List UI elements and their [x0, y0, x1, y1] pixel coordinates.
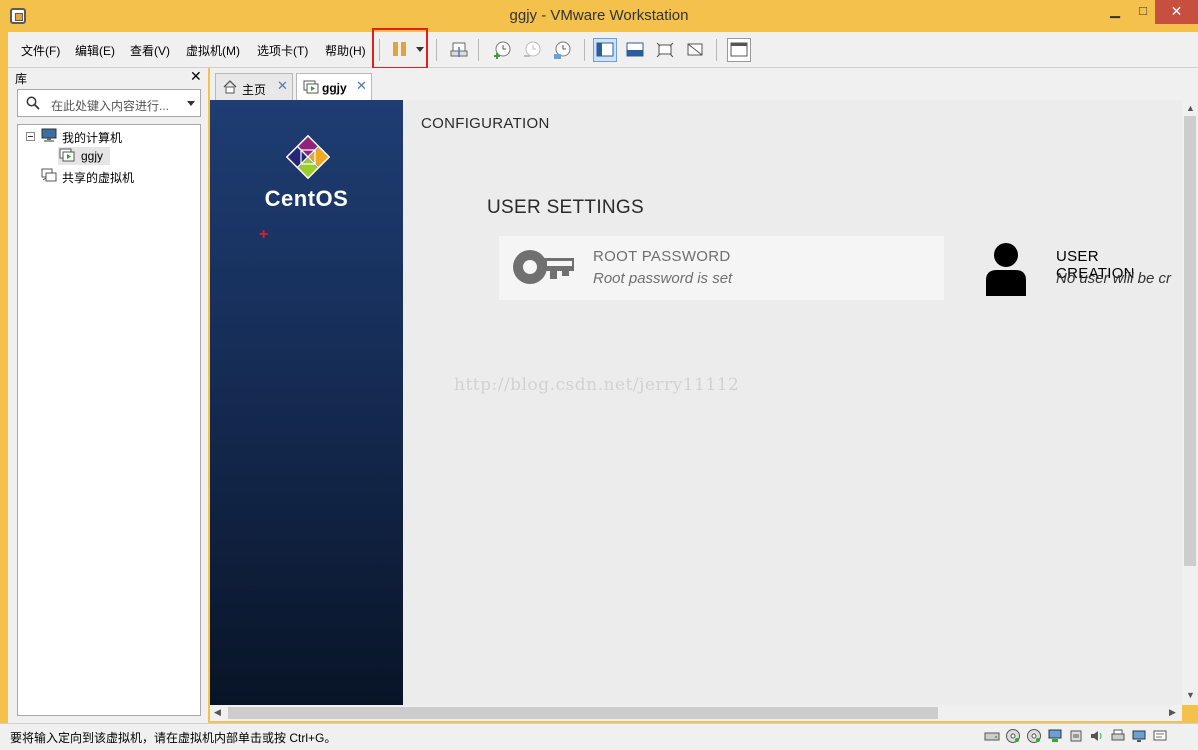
tree-item-shared-vms[interactable]: 共享的虚拟机 [18, 167, 200, 185]
console-view-icon[interactable] [727, 38, 751, 62]
user-icon [986, 243, 1026, 296]
usb-icon[interactable] [1068, 728, 1084, 744]
maximize-button[interactable]: □ [1128, 0, 1158, 24]
display-icon[interactable] [1131, 728, 1147, 744]
tab-close-icon[interactable]: ✕ [277, 78, 288, 94]
pause-icon[interactable] [393, 42, 407, 56]
menu-toolbar: 文件(F) 编辑(E) 查看(V) 虚拟机(M) 选项卡(T) 帮助(H) [8, 28, 1198, 69]
search-placeholder: 在此处键入内容进行... [51, 99, 170, 113]
close-button[interactable]: ✕ [1155, 0, 1198, 24]
thumbnail-bar-icon[interactable] [625, 40, 645, 60]
snapshot-manager-icon[interactable] [552, 40, 572, 60]
library-title: 库 [15, 72, 28, 86]
library-search-input[interactable]: 在此处键入内容进行... [17, 89, 201, 117]
centos-logo-icon [286, 135, 330, 179]
printer-icon[interactable] [1110, 728, 1126, 744]
red-marker: + [259, 226, 269, 243]
full-screen-icon[interactable] [655, 40, 675, 60]
tree-item-label: 共享的虚拟机 [62, 171, 135, 185]
take-snapshot-icon[interactable] [492, 40, 512, 60]
library-close-button[interactable]: ✕ [190, 68, 202, 85]
menu-view[interactable]: 查看(V) [130, 42, 170, 59]
hard-disk-icon[interactable] [984, 728, 1000, 744]
vm-icon [59, 148, 75, 162]
watermark: http://blog.csdn.net/jerry11112 [454, 375, 740, 395]
title-bar: ggjy - VMware Workstation ▁ □ ✕ [0, 0, 1198, 32]
library-panel: 库 ✕ 在此处键入内容进行... 我的计算机 ggjy 共享的虚拟机 [8, 68, 208, 723]
menu-help[interactable]: 帮助(H) [325, 42, 366, 59]
root-password-status: Root password is set [593, 270, 733, 287]
user-settings-heading: USER SETTINGS [487, 197, 644, 218]
tab-close-icon[interactable]: ✕ [356, 78, 367, 94]
scrollbar-thumb[interactable] [1184, 116, 1196, 566]
configuration-heading: CONFIGURATION [421, 115, 550, 132]
search-icon [26, 96, 40, 110]
root-password-title: ROOT PASSWORD [593, 248, 731, 265]
toolbar-separator [478, 39, 479, 61]
scroll-up-icon[interactable]: ▲ [1186, 103, 1195, 113]
toolbar-separator [436, 39, 437, 61]
window-title: ggjy - VMware Workstation [509, 7, 689, 24]
tree-item-label: 我的计算机 [62, 131, 123, 145]
unity-icon[interactable] [685, 40, 705, 60]
chevron-down-icon[interactable] [187, 101, 195, 106]
tree-item-ggjy[interactable]: ggjy [58, 147, 110, 165]
horizontal-scrollbar[interactable]: ◀ ▶ [210, 705, 1182, 721]
cd-dvd-icon[interactable] [1005, 728, 1021, 744]
network-icon[interactable] [1047, 728, 1063, 744]
show-library-icon[interactable] [593, 38, 617, 62]
power-dropdown-icon[interactable] [416, 47, 424, 52]
tab-label: 主页 [242, 83, 267, 97]
sound-icon[interactable] [1089, 728, 1105, 744]
user-creation-status: No user will be cr [1056, 270, 1172, 287]
collapse-icon[interactable] [26, 132, 35, 141]
home-icon [223, 80, 237, 94]
key-icon [513, 250, 574, 284]
menu-vm[interactable]: 虚拟机(M) [186, 42, 240, 59]
scroll-down-icon[interactable]: ▼ [1186, 690, 1195, 700]
revert-snapshot-icon[interactable] [522, 40, 542, 60]
tab-label: ggjy [322, 81, 347, 95]
tab-bar: 主页 ✕ ggjy ✕ [210, 68, 1198, 101]
menu-file[interactable]: 文件(F) [21, 42, 60, 59]
scrollbar-thumb[interactable] [228, 707, 938, 719]
centos-brand: CentOS [264, 186, 349, 211]
tree-item-label: ggjy [81, 149, 104, 163]
minimize-button[interactable]: ▁ [1100, 0, 1130, 24]
library-tree: 我的计算机 ggjy 共享的虚拟机 [17, 124, 201, 716]
toolbar-separator [716, 39, 717, 61]
computer-icon [41, 128, 57, 142]
vm-console[interactable]: CentOS + CONFIGURATION USER SETTINGS ROO… [210, 100, 1182, 705]
library-header: 库 ✕ [8, 68, 208, 86]
status-text: 要将输入定向到该虚拟机，请在虚拟机内部单击或按 Ctrl+G。 [10, 731, 337, 745]
tree-item-my-computer[interactable]: 我的计算机 [18, 127, 200, 145]
installer-sidebar: CentOS + [210, 100, 403, 705]
status-bar: 要将输入定向到该虚拟机，请在虚拟机内部单击或按 Ctrl+G。 [0, 723, 1198, 750]
send-ctrl-alt-del-icon[interactable] [449, 40, 469, 60]
toolbar-separator [584, 39, 585, 61]
tab-ggjy[interactable]: ggjy ✕ [296, 73, 372, 101]
menu-edit[interactable]: 编辑(E) [75, 42, 115, 59]
vertical-scrollbar[interactable]: ▲ ▼ [1182, 100, 1198, 705]
cd-dvd-icon[interactable] [1026, 728, 1042, 744]
message-icon[interactable] [1152, 728, 1168, 744]
vmware-window: ggjy - VMware Workstation ▁ □ ✕ 文件(F) 编辑… [0, 0, 1198, 750]
root-password-spoke[interactable]: ROOT PASSWORD Root password is set [499, 236, 944, 300]
tab-home[interactable]: 主页 ✕ [215, 73, 293, 100]
vm-icon [303, 80, 319, 94]
scroll-left-icon[interactable]: ◀ [214, 707, 221, 718]
scroll-right-icon[interactable]: ▶ [1169, 707, 1176, 718]
menu-tabs[interactable]: 选项卡(T) [257, 42, 308, 59]
shared-vm-icon [41, 168, 57, 182]
